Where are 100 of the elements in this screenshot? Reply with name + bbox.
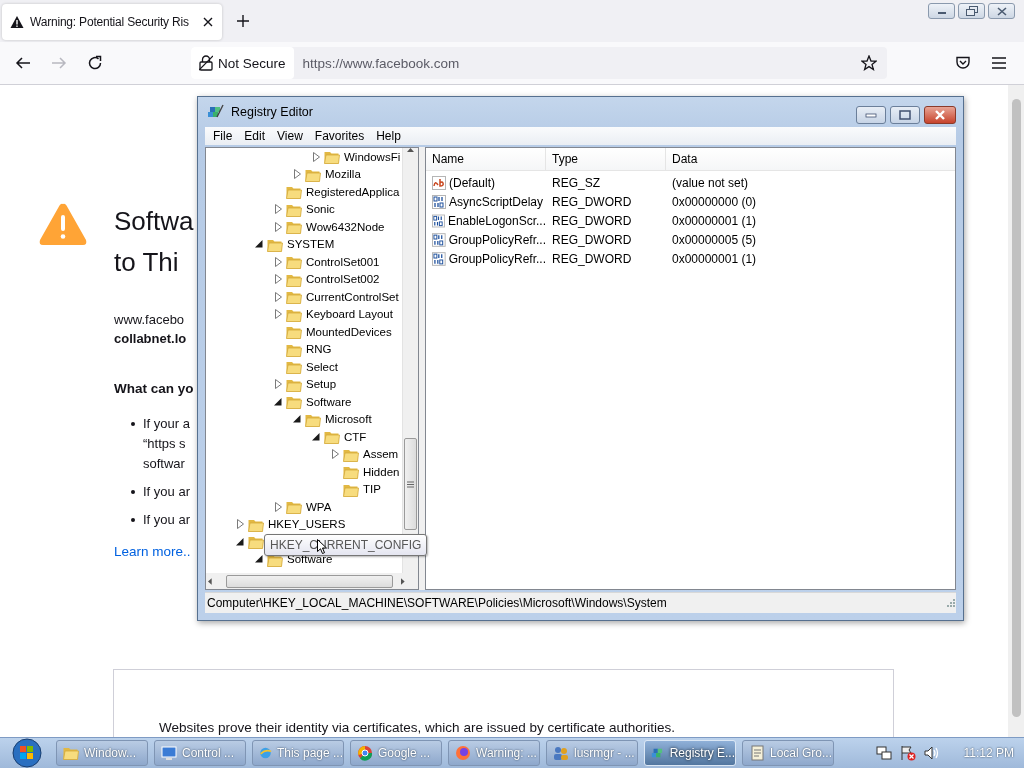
close-icon[interactable] bbox=[202, 16, 214, 28]
value-type: REG_DWORD bbox=[551, 232, 633, 247]
folder-icon bbox=[343, 464, 359, 480]
collapsed-arrow-icon[interactable] bbox=[274, 291, 282, 302]
menu-icon[interactable] bbox=[991, 56, 1007, 70]
menu-item[interactable]: Edit bbox=[238, 129, 272, 143]
collapsed-arrow-icon[interactable] bbox=[274, 379, 282, 390]
tree-item[interactable]: Sonic bbox=[306, 203, 335, 216]
value-data: (value not set) bbox=[671, 175, 749, 190]
collapsed-arrow-icon[interactable] bbox=[274, 309, 282, 320]
menu-item[interactable]: File bbox=[207, 129, 239, 143]
close-button[interactable] bbox=[988, 3, 1015, 19]
expanded-arrow-icon[interactable] bbox=[312, 432, 320, 441]
folder-icon bbox=[286, 254, 302, 270]
horizontal-scrollbar[interactable] bbox=[206, 573, 418, 589]
tree-item[interactable]: WPA bbox=[306, 500, 332, 513]
reload-icon[interactable] bbox=[87, 55, 103, 71]
collapsed-arrow-icon[interactable] bbox=[274, 274, 282, 285]
tree-item[interactable]: SYSTEM bbox=[287, 238, 335, 251]
value-data: 0x00000005 (5) bbox=[671, 232, 757, 247]
page-scrollbar[interactable] bbox=[1008, 85, 1024, 737]
collapsed-arrow-icon[interactable] bbox=[236, 519, 244, 530]
menu-item[interactable]: View bbox=[271, 129, 309, 143]
folder-icon bbox=[248, 534, 264, 550]
bullet-dot bbox=[131, 518, 135, 522]
host-text: collabnet.lo bbox=[114, 330, 187, 348]
tree-item[interactable]: Setup bbox=[306, 378, 337, 391]
document-icon bbox=[749, 745, 765, 761]
tree-item[interactable]: ControlSet001 bbox=[306, 255, 380, 268]
maximize-icon bbox=[899, 110, 911, 120]
minimize-button[interactable] bbox=[856, 106, 886, 124]
menu-item[interactable]: Favorites bbox=[308, 129, 371, 143]
restore-button[interactable] bbox=[958, 3, 985, 19]
bullet-text: If you ar bbox=[143, 483, 190, 501]
tree-item[interactable]: CurrentControlSet bbox=[306, 290, 399, 303]
collapsed-arrow-icon[interactable] bbox=[274, 501, 282, 512]
warning-icon bbox=[10, 15, 24, 29]
close-button[interactable] bbox=[924, 106, 956, 124]
resize-grip-icon bbox=[946, 598, 956, 608]
plus-icon[interactable] bbox=[236, 14, 250, 28]
minimize-button[interactable] bbox=[928, 3, 955, 19]
collapsed-arrow-icon[interactable] bbox=[274, 204, 282, 215]
tree-item[interactable]: RegisteredApplica bbox=[306, 185, 400, 198]
value-name[interactable]: GroupPolicyRefr... bbox=[448, 251, 546, 266]
tree-item[interactable]: Microsoft bbox=[325, 413, 372, 426]
tree-item[interactable]: HKEY_USERS bbox=[268, 518, 346, 531]
menu-item[interactable]: Help bbox=[370, 129, 407, 143]
tree-item[interactable]: Wow6432Node bbox=[306, 220, 385, 233]
maximize-button[interactable] bbox=[890, 106, 920, 124]
tree-item[interactable]: Mozilla bbox=[325, 168, 361, 181]
people-icon bbox=[553, 745, 569, 761]
value-type: REG_SZ bbox=[551, 175, 601, 190]
right-arrow-icon bbox=[401, 577, 405, 585]
expanded-arrow-icon[interactable] bbox=[255, 555, 263, 564]
browser-tab[interactable]: Warning: Potential Security Ris bbox=[2, 4, 222, 40]
expanded-arrow-icon[interactable] bbox=[293, 415, 301, 424]
column-header[interactable]: Data bbox=[666, 148, 955, 170]
folder-icon bbox=[324, 149, 340, 165]
bullet-dot bbox=[131, 490, 135, 494]
column-header[interactable]: Name bbox=[426, 148, 546, 170]
minimize-icon bbox=[865, 112, 877, 118]
tree-item[interactable]: Keyboard Layout bbox=[306, 308, 393, 321]
site-identity-button[interactable]: Not Secure bbox=[191, 47, 294, 79]
url-field[interactable]: https://www.facebook.com bbox=[302, 55, 851, 71]
tree-item[interactable]: WindowsFi bbox=[344, 150, 401, 163]
ball-icon bbox=[455, 745, 471, 761]
expanded-arrow-icon[interactable] bbox=[255, 240, 263, 249]
flag-error-icon[interactable] bbox=[899, 745, 916, 761]
tree-item[interactable]: TIP bbox=[363, 483, 381, 496]
close-icon bbox=[996, 6, 1007, 16]
network-icon[interactable] bbox=[875, 745, 892, 761]
collapsed-arrow-icon[interactable] bbox=[274, 256, 282, 267]
collapsed-arrow-icon[interactable] bbox=[274, 221, 282, 232]
folder-icon bbox=[286, 499, 302, 515]
value-name[interactable]: GroupPolicyRefr... bbox=[448, 232, 546, 247]
tree-item[interactable]: RNG bbox=[306, 343, 332, 356]
star-icon[interactable] bbox=[861, 55, 877, 71]
collapsed-arrow-icon[interactable] bbox=[293, 169, 301, 180]
tree-item[interactable]: MountedDevices bbox=[306, 325, 392, 338]
globe-icon bbox=[259, 745, 272, 761]
grip-icon bbox=[407, 480, 414, 488]
column-header[interactable]: Type bbox=[546, 148, 666, 170]
tree-item[interactable]: CTF bbox=[344, 430, 367, 443]
expanded-arrow-icon[interactable] bbox=[274, 397, 282, 406]
folder-icon bbox=[286, 394, 302, 410]
collapsed-arrow-icon[interactable] bbox=[312, 151, 320, 162]
tree-item[interactable]: Hidden bbox=[363, 465, 400, 478]
collapsed-arrow-icon[interactable] bbox=[331, 449, 339, 460]
value-name[interactable]: EnableLogonScr... bbox=[447, 213, 546, 228]
back-icon[interactable] bbox=[15, 55, 31, 71]
speaker-icon[interactable] bbox=[923, 745, 940, 761]
learn-more-link[interactable]: Learn more.. bbox=[114, 544, 191, 559]
tree-item[interactable]: Select bbox=[306, 360, 338, 373]
value-name[interactable]: (Default) bbox=[449, 175, 495, 190]
tree-item[interactable]: Assem bbox=[363, 448, 399, 461]
tree-item[interactable]: Software bbox=[306, 395, 352, 408]
pocket-icon[interactable] bbox=[955, 55, 971, 71]
value-name[interactable]: AsyncScriptDelay bbox=[449, 194, 544, 209]
tree-item[interactable]: ControlSet002 bbox=[306, 273, 380, 286]
expanded-arrow-icon[interactable] bbox=[236, 537, 244, 546]
